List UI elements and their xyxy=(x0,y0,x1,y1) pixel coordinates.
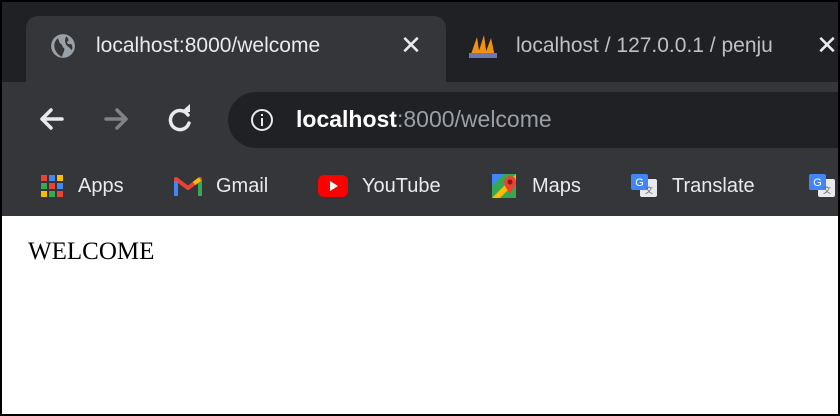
tab-close-button[interactable]: ✕ xyxy=(810,28,838,62)
bookmark-label: Maps xyxy=(532,174,581,197)
maps-icon xyxy=(492,174,516,198)
tab-title: localhost / 127.0.0.1 / penju xyxy=(516,34,773,57)
bookmark-label: Translate xyxy=(672,174,755,197)
bookmark-label: Apps xyxy=(78,174,124,197)
translate-icon: G 文 xyxy=(631,174,657,197)
url-text: localhost:8000/welcome xyxy=(296,106,552,133)
info-icon[interactable] xyxy=(250,108,274,132)
tab-title: localhost:8000/welcome xyxy=(96,34,321,57)
bookmark-label: YouTube xyxy=(362,174,441,197)
globe-icon xyxy=(51,34,75,58)
tab-strip: localhost:8000/welcome ✕ localhost / 127… xyxy=(2,2,838,82)
svg-text:G: G xyxy=(813,177,822,189)
page-heading: WELCOME xyxy=(28,238,155,265)
bookmark-maps[interactable]: Maps xyxy=(490,170,581,202)
bookmark-apps[interactable]: Apps xyxy=(40,170,124,202)
apps-grid-icon xyxy=(41,175,63,197)
page-content: WELCOME xyxy=(2,216,838,414)
browser-window: localhost:8000/welcome ✕ localhost / 127… xyxy=(0,0,840,416)
url-path: :8000/welcome xyxy=(396,106,552,132)
tab-welcome[interactable]: localhost:8000/welcome ✕ xyxy=(26,16,446,82)
bookmark-translate[interactable]: G 文 Translate xyxy=(630,170,755,202)
youtube-icon xyxy=(318,175,348,197)
arrow-left-icon[interactable] xyxy=(32,99,72,139)
tab-phpmyadmin[interactable]: localhost / 127.0.0.1 / penju ✕ xyxy=(448,16,838,76)
arrow-right-icon[interactable] xyxy=(96,99,136,139)
tab-close-button[interactable]: ✕ xyxy=(394,28,428,62)
address-bar[interactable]: localhost:8000/welcome xyxy=(228,92,838,148)
bookmark-gmail[interactable]: Gmail xyxy=(174,170,268,202)
svg-text:G: G xyxy=(635,177,644,189)
bookmark-youtube[interactable]: YouTube xyxy=(318,170,441,202)
bookmarks-bar: Apps Gmail YouTube Maps G 文 Translate G … xyxy=(2,156,838,216)
bookmark-translate-2[interactable]: G 文 xyxy=(808,170,836,202)
bookmark-label: Gmail xyxy=(216,174,269,197)
translate-icon: G 文 xyxy=(809,174,835,197)
svg-text:文: 文 xyxy=(645,185,653,195)
toolbar: localhost:8000/welcome xyxy=(2,82,838,156)
reload-icon[interactable] xyxy=(160,99,200,139)
svg-text:文: 文 xyxy=(823,185,831,195)
url-host: localhost xyxy=(296,106,397,132)
phpmyadmin-icon xyxy=(469,35,497,58)
gmail-icon xyxy=(174,177,202,196)
